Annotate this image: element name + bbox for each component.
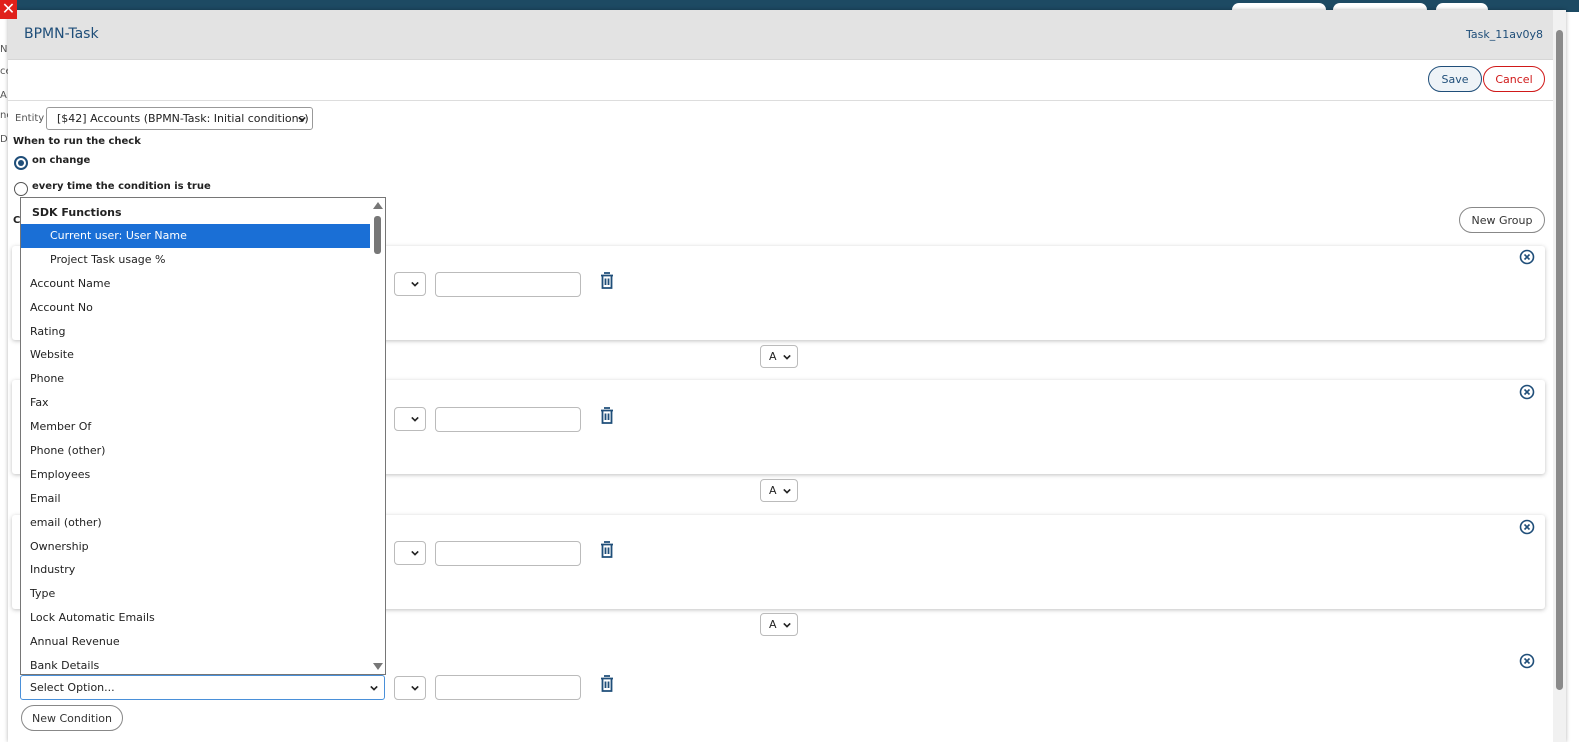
entity-select[interactable]: [$42] Accounts (BPMN-Task: Initial condi… [46,107,313,130]
dropdown-group-label: SDK Functions [32,206,122,219]
join-operator-select[interactable]: A [760,613,798,636]
action-bar [8,60,1553,101]
entity-select-value: [$42] Accounts (BPMN-Task: Initial condi… [57,112,309,125]
modal-scrollbar[interactable] [1553,10,1566,742]
modal-scrollbar-thumb[interactable] [1556,30,1563,690]
background-text: N [0,44,8,55]
trash-icon[interactable] [599,272,615,290]
trash-icon[interactable] [599,675,615,693]
background-text: D [0,134,8,145]
value-input[interactable] [435,407,581,432]
field-select[interactable]: Select Option... [20,675,385,700]
dropdown-option[interactable]: Phone (other) [21,439,385,463]
new-condition-button[interactable]: New Condition [21,705,123,731]
dropdown-option[interactable]: Ownership [21,535,385,559]
join-operator-value: A [769,484,777,497]
scroll-down-icon[interactable] [373,663,383,670]
dropdown-option[interactable]: Employees [21,463,385,487]
chevron-down-icon [783,622,791,628]
field-dropdown-list[interactable]: SDK Functions Current user: User Name Pr… [20,197,386,675]
chevron-down-icon [411,281,419,287]
background-text: nc [0,110,8,121]
value-input[interactable] [435,675,581,700]
dropdown-option[interactable]: Annual Revenue [21,630,385,654]
scroll-up-icon[interactable] [373,202,383,209]
chevron-down-icon [298,116,306,122]
dropdown-option[interactable]: Email [21,487,385,511]
remove-group-icon[interactable] [1519,518,1535,536]
cancel-button[interactable]: Cancel [1483,66,1545,92]
entity-label: Entity [15,113,45,124]
chevron-down-icon [783,354,791,360]
remove-group-icon[interactable] [1519,248,1535,266]
dropdown-option[interactable]: Account Name [21,272,385,296]
dropdown-scrollbar[interactable] [370,198,385,674]
save-button[interactable]: Save [1428,66,1482,92]
chevron-down-icon [411,550,419,556]
dropdown-option[interactable]: Account No [21,296,385,320]
new-group-button[interactable]: New Group [1459,207,1545,233]
dropdown-option[interactable]: Current user: User Name [21,224,385,248]
dropdown-scrollbar-thumb[interactable] [374,216,381,254]
when-label: When to run the check [13,136,141,147]
chevron-down-icon [370,685,378,691]
remove-group-icon[interactable] [1519,652,1535,670]
operator-select[interactable] [394,407,426,431]
trash-icon[interactable] [599,407,615,425]
on-change-radio[interactable] [14,156,28,170]
background-text: A [0,90,7,101]
on-change-label: on change [32,155,91,166]
join-operator-select[interactable]: A [760,345,798,368]
dropdown-option[interactable]: Phone [21,367,385,391]
dropdown-option[interactable]: Fax [21,391,385,415]
dropdown-option[interactable]: Project Task usage % [21,248,385,272]
dropdown-option[interactable]: Member Of [21,415,385,439]
value-input[interactable] [435,541,581,566]
join-operator-value: A [769,350,777,363]
dropdown-option[interactable]: Website [21,343,385,367]
chevron-down-icon [411,416,419,422]
modal-header: BPMN-Task Task_11av0y8 [8,10,1553,60]
task-id: Task_11av0y8 [1466,28,1543,41]
trash-icon[interactable] [599,541,615,559]
operator-select[interactable] [394,272,426,296]
dropdown-option[interactable]: email (other) [21,511,385,535]
dropdown-option[interactable]: Type [21,582,385,606]
dropdown-option[interactable]: Rating [21,320,385,344]
close-icon[interactable]: ✕ [0,0,17,19]
modal-title: BPMN-Task [24,26,99,42]
operator-select[interactable] [394,541,426,565]
operator-select[interactable] [394,676,426,700]
field-select-value: Select Option... [30,681,115,694]
join-operator-select[interactable]: A [760,479,798,502]
dropdown-option[interactable]: Bank Details [21,654,385,674]
chevron-down-icon [411,685,419,691]
background-text: ce [0,66,8,77]
every-time-label: every time the condition is true [32,181,211,192]
every-time-radio[interactable] [14,182,28,196]
remove-group-icon[interactable] [1519,383,1535,401]
join-operator-value: A [769,618,777,631]
dropdown-option[interactable]: Lock Automatic Emails [21,606,385,630]
value-input[interactable] [435,272,581,297]
dropdown-option[interactable]: Industry [21,558,385,582]
chevron-down-icon [783,488,791,494]
